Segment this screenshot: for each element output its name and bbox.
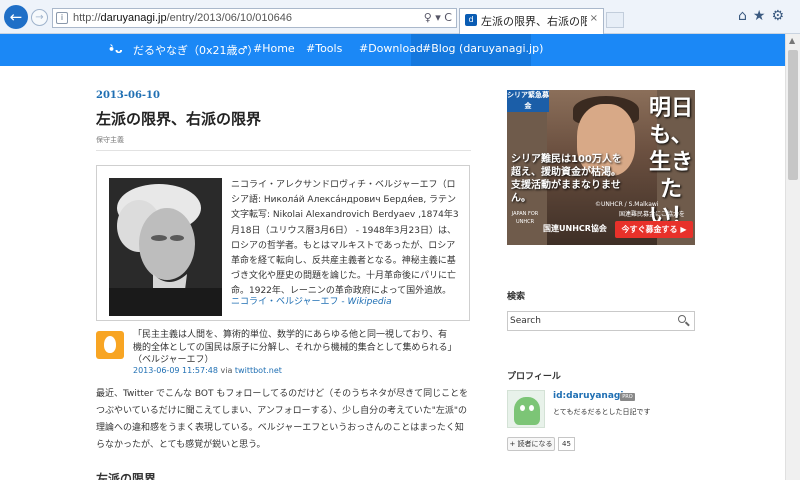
search-input[interactable] [510,313,670,329]
browser-tab[interactable]: d 左派の限界、右派の限界 - ... × [459,8,604,34]
portrait-image [109,178,222,316]
wikipedia-link[interactable]: ニコライ・ベルジャーエフ - Wikipedia [231,294,392,307]
tweet-meta: 2013-06-09 11:57:48 via twittbot.net [133,366,282,375]
site-name[interactable]: だるやなぎ（0x21歳♂） [133,42,258,58]
subscriber-count: 45 [558,437,575,451]
divider [96,150,471,151]
pro-badge: PRO [620,393,635,401]
back-button[interactable]: ← [4,5,28,29]
nav-blog[interactable]: #Blog (daruyanagi.jp) [422,42,543,55]
donate-button[interactable]: 今すぐ募金する ▶ [615,221,693,238]
profile-id-link[interactable]: id:daruyanagi [553,391,623,401]
section-heading: 左派の限界 [96,472,157,480]
ad-credit: ©UNHCR / S.Malkawi [595,201,659,208]
address-url[interactable]: http://daruyanagi.jp/entry/2013/06/10/01… [73,12,292,24]
profile-heading: プロフィール [507,372,561,382]
address-bar[interactable]: i http://daruyanagi.jp/entry/2013/06/10/… [52,8,457,28]
page-scrollbar[interactable]: ▲ [785,34,800,480]
star-icon[interactable]: ★ [753,8,772,24]
advertisement-banner[interactable]: シリア緊急募金 明日も、生きたい！ シリア難民は100万人を超え、援助資金が枯渇… [507,90,695,245]
gear-icon[interactable]: ⚙ [771,8,790,24]
favicon-icon: d [465,14,477,26]
post-body: 最近、Twitter でこんな BOT もフォローしてるのだけど（そのうちネタが… [96,389,469,450]
ad-org-name: 国連UNHCR協会 [543,224,607,233]
ad-message: シリア難民は100万人を超え、援助資金が枯渇。支援活動がままなりません。 [511,154,622,204]
site-header: •̀ᴗ だるやなぎ（0x21歳♂） #Home #Tools #Download… [0,34,785,66]
browser-chrome: ← → i http://daruyanagi.jp/entry/2013/06… [0,0,800,34]
nav-download[interactable]: #Download [359,42,423,55]
post-category[interactable]: 保守主義 [96,135,124,145]
tab-title: 左派の限界、右派の限界 - ... [481,16,587,28]
scrollbar-thumb[interactable] [788,50,798,180]
tweet-text: 「民主主義は人間を、算術的単位、数学的にあらゆる他と同一視しており、有機的全体と… [133,330,452,365]
mascot-icon [514,397,540,425]
profile-description: とてもだるだるとした日記です [553,408,651,416]
search-box [507,311,695,331]
site-logo-icon[interactable]: •̀ᴗ [108,43,130,57]
address-tools[interactable]: ♀ ▾ C [424,11,452,24]
ad-cta-caption: 国連難民募金にご協力を [619,211,685,218]
browser-toolbar-icons: ⌂★⚙ [738,8,790,24]
page-icon: i [56,12,68,24]
home-icon[interactable]: ⌂ [738,8,753,24]
nav-home[interactable]: #Home [253,42,295,55]
wikipedia-embed: ニコライ・アレクサンドロヴィチ・ベルジャーエフ（ロシア語: Никола́й А… [96,165,470,321]
scroll-up-icon[interactable]: ▲ [789,36,795,45]
new-tab-button[interactable] [606,12,624,28]
wikipedia-excerpt: ニコライ・アレクサンドロヴィチ・ベルジャーエフ（ロシア語: Никола́й А… [231,180,459,297]
subscribe-button[interactable]: + 読者になる [507,437,555,451]
twitter-avatar[interactable] [96,331,124,359]
unhcr-logo: JAPAN FOR UNHCR [511,211,539,225]
nav-tools[interactable]: #Tools [306,42,342,55]
tweet-client-link[interactable]: twittbot.net [235,366,282,375]
profile-avatar[interactable] [507,390,545,428]
ad-badge: シリア緊急募金 [507,90,549,112]
post-date[interactable]: 2013-06-10 [96,90,160,101]
tab-close-button[interactable]: × [590,13,598,24]
forward-button[interactable]: → [31,9,48,26]
post-title[interactable]: 左派の限界、右派の限界 [96,108,261,129]
tweet-timestamp[interactable]: 2013-06-09 11:57:48 [133,366,218,375]
search-icon[interactable] [677,314,691,328]
search-heading: 検索 [507,292,526,302]
egg-icon [104,336,116,353]
